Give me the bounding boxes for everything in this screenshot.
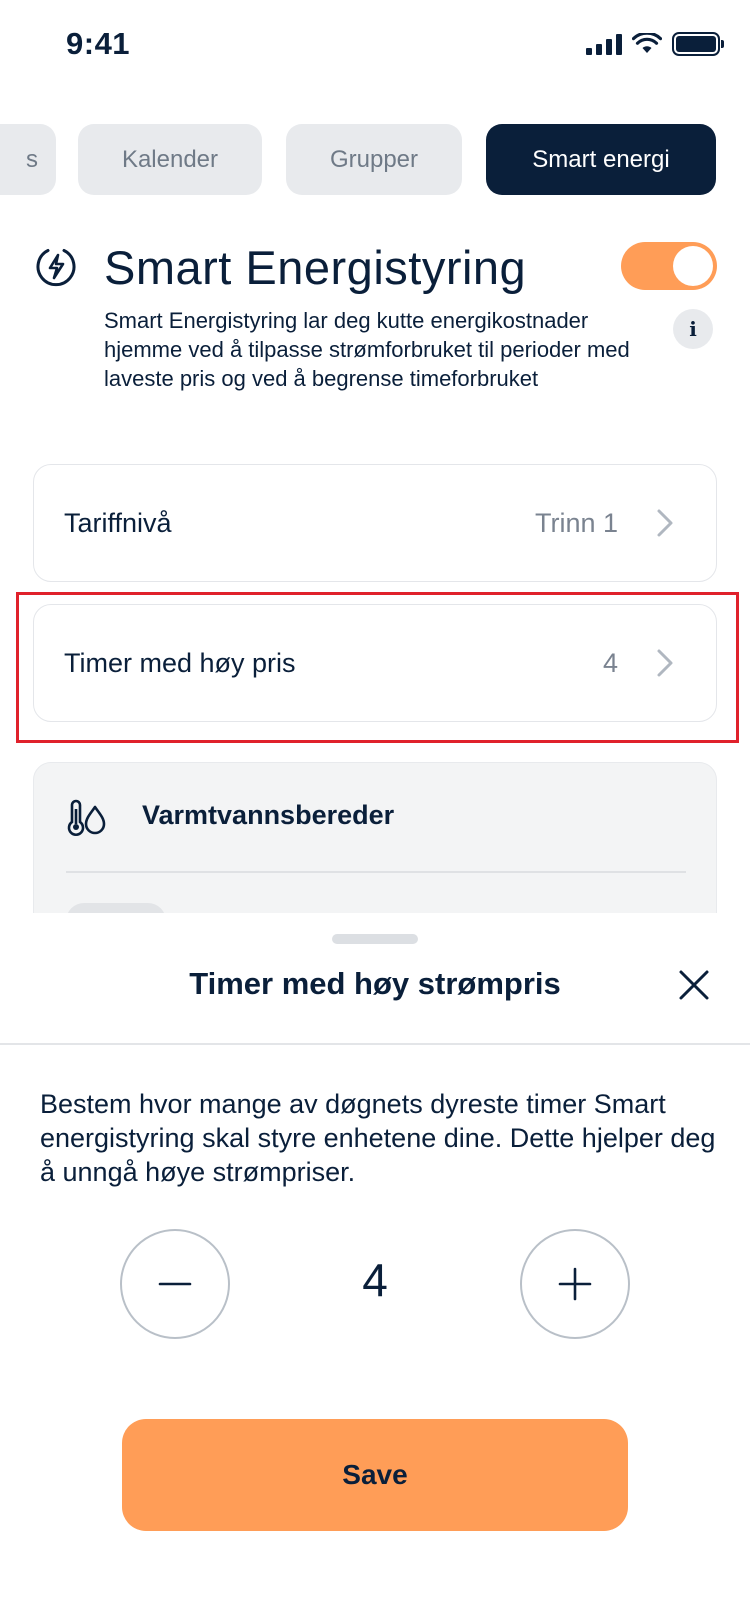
sheet-title: Timer med høy strømpris — [189, 966, 561, 1001]
plus-icon — [558, 1267, 592, 1301]
smart-energy-toggle[interactable] — [621, 242, 717, 290]
hours-value: 4 — [362, 1254, 388, 1306]
sheet-divider — [0, 1043, 750, 1045]
decrement-button[interactable] — [120, 1229, 230, 1339]
tab-grupper[interactable]: Grupper — [286, 124, 462, 195]
card-divider — [66, 871, 686, 873]
bottom-sheet: Timer med høy strømpris Bestem hvor mang… — [0, 913, 750, 1624]
save-button[interactable]: Save — [122, 1419, 628, 1531]
row-label: Tariffnivå — [64, 508, 172, 538]
tab-kalender[interactable]: Kalender — [78, 124, 262, 195]
close-icon[interactable] — [676, 967, 712, 1003]
wifi-icon — [632, 33, 662, 53]
status-icons — [586, 32, 724, 56]
tariff-level-row[interactable]: Tariffnivå Trinn 1 — [33, 464, 717, 582]
cellular-signal-icon — [586, 33, 622, 55]
page-title: Smart Energistyring — [104, 241, 527, 294]
tab-previous[interactable]: s — [0, 124, 56, 195]
minus-icon — [158, 1282, 192, 1286]
screen: 9:41 s Kalender Grupper Smart energi Sma… — [0, 0, 750, 1624]
tab-smart-energi[interactable]: Smart energi — [486, 124, 716, 195]
battery-icon — [672, 32, 724, 56]
water-heater-icon — [67, 799, 106, 836]
sheet-description: Bestem hvor mange av døgnets dyreste tim… — [40, 1089, 716, 1187]
increment-button[interactable] — [520, 1229, 630, 1339]
highlight-box — [16, 592, 739, 743]
energy-bolt-icon — [36, 249, 76, 287]
chevron-right-icon — [657, 509, 673, 537]
row-value: Trinn 1 — [534, 508, 618, 538]
info-button[interactable]: i — [673, 309, 713, 349]
card-title: Varmtvannsbereder — [142, 800, 395, 830]
sheet-grabber[interactable] — [332, 934, 418, 944]
status-time: 9:41 — [66, 26, 131, 61]
page-description: Smart Energistyring lar deg kutte energi… — [104, 308, 630, 391]
